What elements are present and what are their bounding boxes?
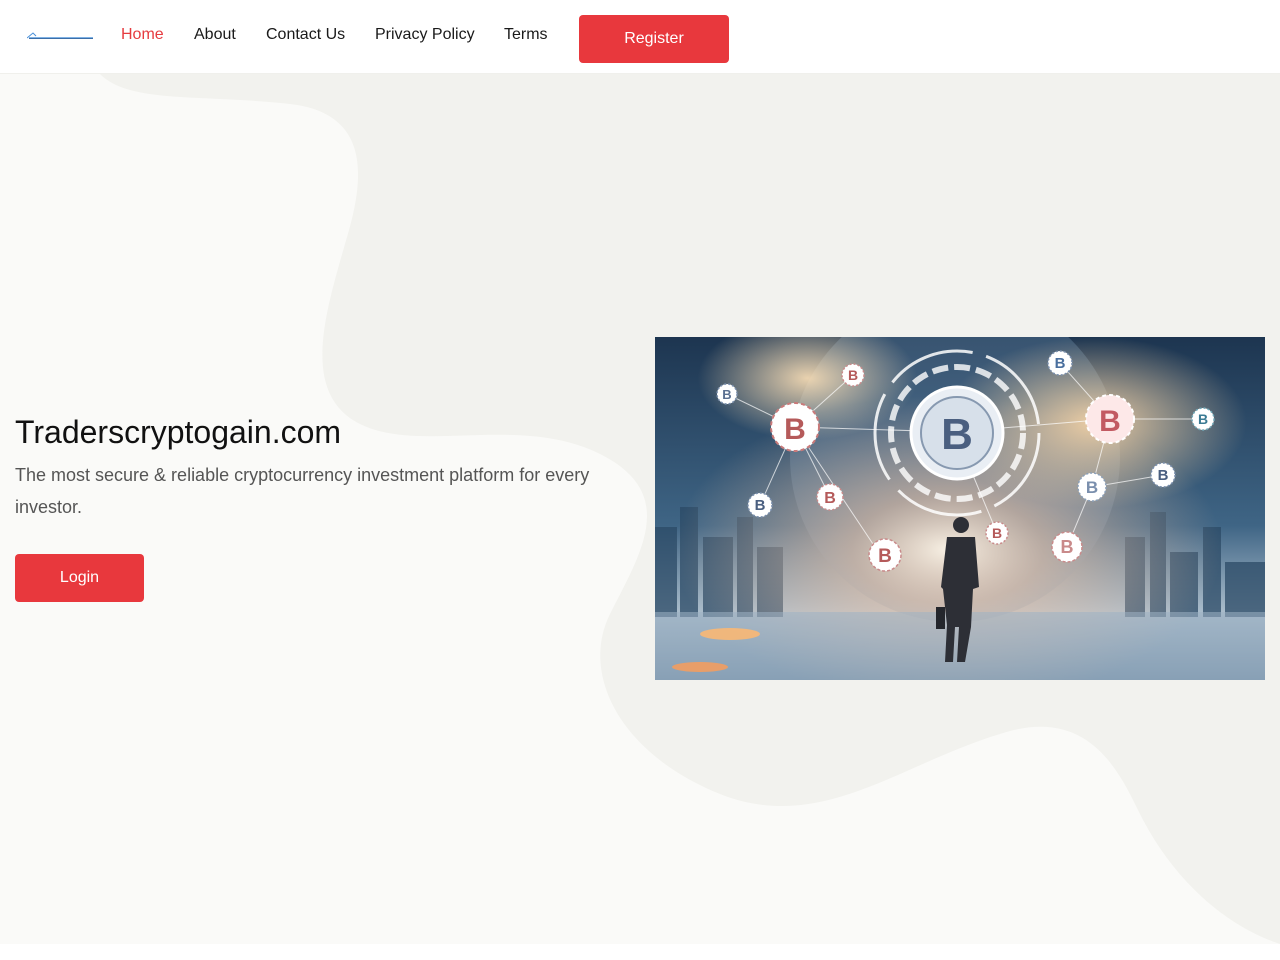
svg-text:B: B	[992, 525, 1002, 541]
svg-text:B: B	[824, 490, 836, 507]
hero-subtitle: The most secure & reliable cryptocurrenc…	[15, 465, 590, 517]
login-button[interactable]: Login	[15, 554, 144, 602]
logo[interactable]	[26, 29, 94, 39]
svg-text:B: B	[941, 410, 973, 459]
nav-contact-us[interactable]: Contact Us	[266, 25, 345, 45]
svg-text:B: B	[1198, 411, 1208, 427]
svg-text:B: B	[755, 497, 766, 514]
svg-text:B: B	[1055, 355, 1066, 372]
svg-text:B: B	[1086, 478, 1098, 497]
svg-text:B: B	[878, 546, 892, 567]
hero-image: B B B B B B B B B B B B B B	[655, 337, 1265, 680]
register-button[interactable]: Register	[579, 15, 729, 63]
svg-text:B: B	[1158, 467, 1169, 484]
svg-text:B: B	[722, 387, 731, 402]
nav-home[interactable]: Home	[121, 25, 164, 45]
navbar: Home About Contact Us Privacy Policy Ter…	[0, 0, 1280, 74]
hero-section: Traderscryptogain.com The most secure & …	[0, 74, 1280, 944]
svg-text:B: B	[848, 367, 858, 383]
bitcoin-network-icon: B B B B B B B B B B B B B B	[655, 337, 1265, 680]
hero-title: Traderscryptogain.com	[15, 414, 342, 450]
svg-text:B: B	[784, 413, 806, 446]
svg-text:B: B	[1061, 537, 1074, 557]
nav-privacy-policy[interactable]: Privacy Policy	[375, 25, 475, 45]
nav-about[interactable]: About	[194, 25, 236, 45]
footer-strip	[0, 944, 1280, 960]
svg-text:B: B	[1099, 405, 1121, 438]
nav-terms[interactable]: Terms	[504, 25, 548, 45]
